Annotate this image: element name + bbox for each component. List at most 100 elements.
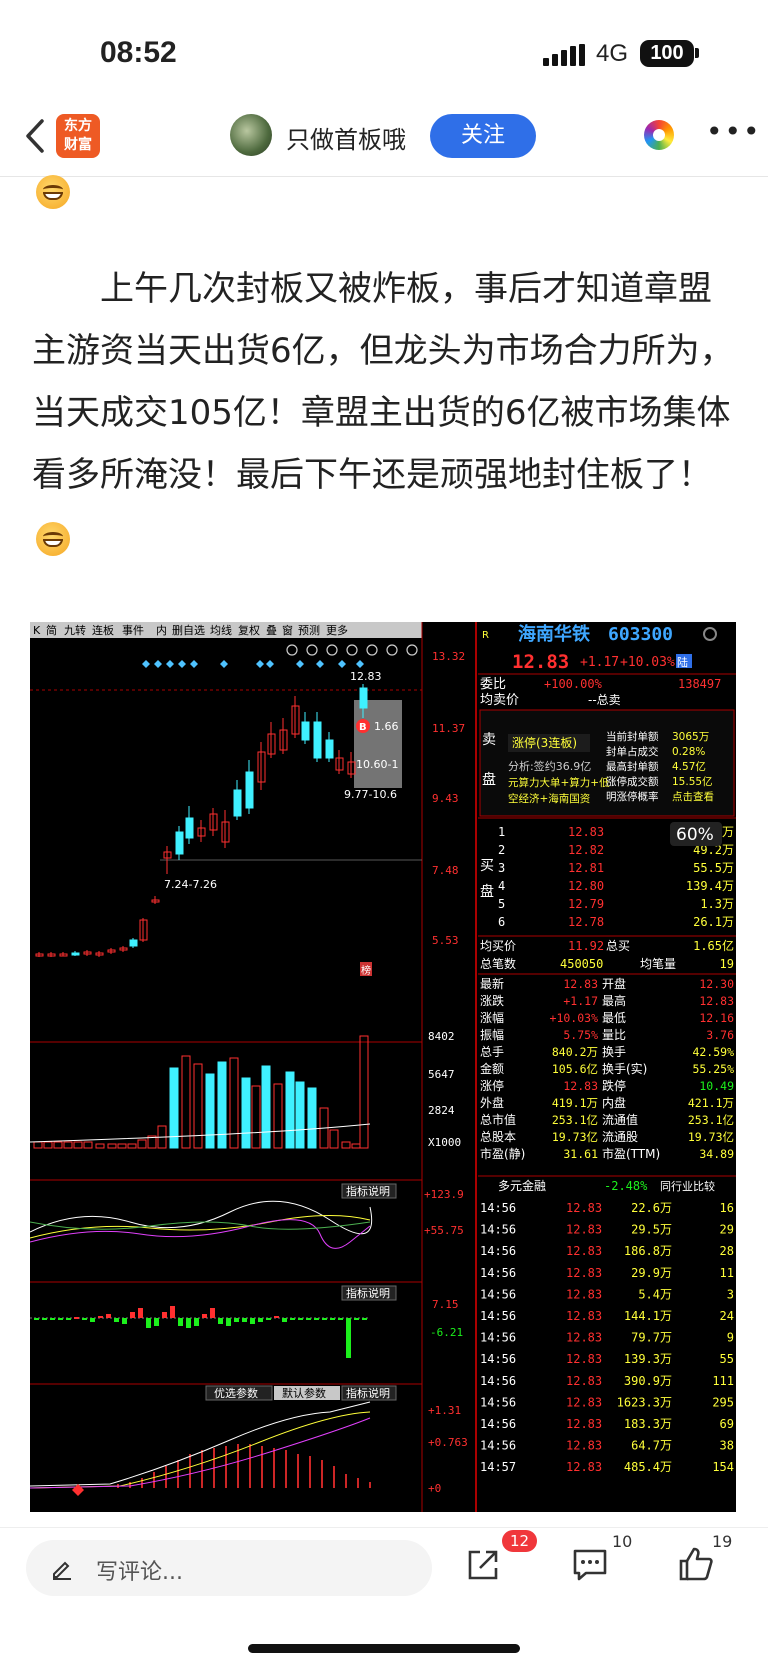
ind2-bar <box>106 1314 111 1318</box>
tick-time: 14:56 <box>480 1395 516 1409</box>
sell-label-2: 盘 <box>482 771 496 788</box>
ind2-bar <box>298 1318 303 1320</box>
tick-time: 14:56 <box>480 1223 516 1237</box>
comment-placeholder[interactable]: 写评论... <box>96 1554 183 1586</box>
stock-name: 海南华铁 <box>518 623 590 645</box>
ind2-bar <box>82 1318 87 1320</box>
bishu-label: 总笔数 <box>480 956 516 971</box>
chart-toolbar[interactable]: K 简九转 连板 事件内删自选 均线 复权叠窗预测 更多 <box>33 623 348 637</box>
toolbar-item-12[interactable]: 更多 <box>326 623 348 637</box>
toolbar-item-0[interactable]: K <box>33 624 41 637</box>
stat-value: +10.03% <box>550 1011 599 1025</box>
tick-volume: 1623.3万 <box>617 1395 672 1409</box>
tick-count: 24 <box>720 1309 734 1323</box>
toolbar-item-4[interactable]: 事件 <box>122 624 144 637</box>
tick-count: 111 <box>712 1374 734 1388</box>
ind1-axis-label: +123.9 <box>424 1188 464 1201</box>
ind2-bar <box>162 1312 167 1318</box>
buy-volume: 1.3万 <box>700 897 734 911</box>
box-label: 9.77-10.6 <box>344 788 397 801</box>
home-indicator <box>248 1644 520 1653</box>
price-axis-label: 9.43 <box>432 792 459 805</box>
price-axis-label: 5.53 <box>432 934 459 947</box>
ind2-bar <box>178 1318 183 1326</box>
share-wheel-icon[interactable] <box>644 120 674 150</box>
like-thumb-icon[interactable] <box>678 1546 714 1582</box>
stat-label: 总手 <box>480 1045 504 1059</box>
sector-compare-button[interactable]: 同行业比较 <box>660 1179 715 1193</box>
tick-price: 12.83 <box>566 1439 602 1453</box>
buy-level: 4 <box>498 879 505 893</box>
candle-body <box>325 739 334 759</box>
tick-price: 12.83 <box>566 1460 602 1474</box>
comment-icon[interactable] <box>572 1548 608 1582</box>
toolbar-item-2[interactable]: 九转 <box>64 623 86 637</box>
price-change: +1.17 <box>580 655 619 670</box>
stat-label: 最新 <box>480 976 504 991</box>
author-avatar[interactable] <box>230 114 272 156</box>
like-count: 19 <box>712 1532 733 1551</box>
ind2-bar <box>362 1318 367 1320</box>
ind2-bar <box>74 1317 79 1319</box>
tick-time: 14:56 <box>480 1309 516 1323</box>
author-name[interactable]: 只做首板哦 <box>286 120 406 155</box>
stat-value: 105.6亿 <box>552 1062 598 1076</box>
ind2-bar <box>242 1318 247 1322</box>
tick-price: 12.83 <box>566 1201 602 1215</box>
price-axis-label: 13.32 <box>432 650 465 663</box>
price-axis-label: 7.48 <box>432 864 459 877</box>
bang-marker: 榜 <box>361 964 371 977</box>
candle-body <box>301 721 310 741</box>
ind2-bar <box>266 1318 271 1320</box>
toolbar-item-10[interactable]: 窗 <box>282 623 293 637</box>
tick-price: 12.83 <box>566 1244 602 1258</box>
stat-label: 市盈(静) <box>480 1146 525 1161</box>
toolbar-item-5[interactable]: 内 <box>156 623 167 637</box>
buy-price: 12.80 <box>568 879 604 893</box>
toolbar-item-6[interactable]: 删自选 <box>172 624 205 637</box>
toolbar-item-11[interactable]: 预测 <box>298 624 320 637</box>
hsgt-badge: 陆 <box>677 655 688 669</box>
stat-value: 12.16 <box>699 1011 734 1025</box>
tick-volume: 139.3万 <box>624 1352 672 1366</box>
tick-price: 12.83 <box>566 1395 602 1409</box>
buy-price: 12.79 <box>568 897 604 911</box>
ind2-bar <box>290 1318 295 1320</box>
limit-row-label: 封单占成交 <box>606 745 659 758</box>
ind3-axis-label: +1.31 <box>428 1404 461 1417</box>
app-logo[interactable]: 东方 财富 <box>56 114 100 158</box>
toolbar-item-9[interactable]: 叠 <box>266 624 277 637</box>
nav-divider <box>0 176 768 177</box>
back-arrow-icon[interactable] <box>24 118 46 154</box>
comment-input[interactable] <box>26 1540 432 1596</box>
tick-price: 12.83 <box>566 1223 602 1237</box>
toolbar-item-1[interactable]: 简 <box>46 623 57 637</box>
limit-title: 涨停(3连板) <box>512 735 577 750</box>
tick-time: 14:56 <box>480 1439 516 1453</box>
stock-screenshot[interactable]: K 简九转 连板 事件内删自选 均线 复权叠窗预测 更多 13.32 11.37 9.43 7.4… <box>30 622 736 1512</box>
battery-tip <box>695 48 699 58</box>
share-icon[interactable] <box>466 1548 500 1582</box>
ind2-bar <box>274 1316 279 1318</box>
ind2-bar <box>306 1318 311 1320</box>
ind2-bar <box>194 1318 199 1326</box>
tick-volume: 29.9万 <box>631 1266 672 1280</box>
tick-count: 295 <box>712 1395 734 1409</box>
bishu-value: 450050 <box>560 957 603 971</box>
ind2-bar <box>322 1318 327 1320</box>
candle-body <box>233 789 242 817</box>
price-axis-label: 11.37 <box>432 722 465 735</box>
toolbar-item-8[interactable]: 复权 <box>238 623 260 637</box>
ind2-bar <box>314 1318 319 1320</box>
more-icon[interactable]: ••• <box>706 118 762 146</box>
volume-bar <box>241 1077 251 1149</box>
candle-body <box>185 817 194 839</box>
toolbar-item-7[interactable]: 均线 <box>210 623 232 637</box>
last-price: 12.83 <box>512 651 569 673</box>
toolbar-item-3[interactable]: 连板 <box>92 623 114 637</box>
tick-time: 14:56 <box>480 1352 516 1366</box>
follow-button[interactable]: 关注 <box>430 114 536 158</box>
stat-label: 总股本 <box>480 1130 516 1144</box>
indicator-help-button: 指标说明 <box>346 1386 390 1400</box>
ind2-bar <box>282 1318 287 1322</box>
